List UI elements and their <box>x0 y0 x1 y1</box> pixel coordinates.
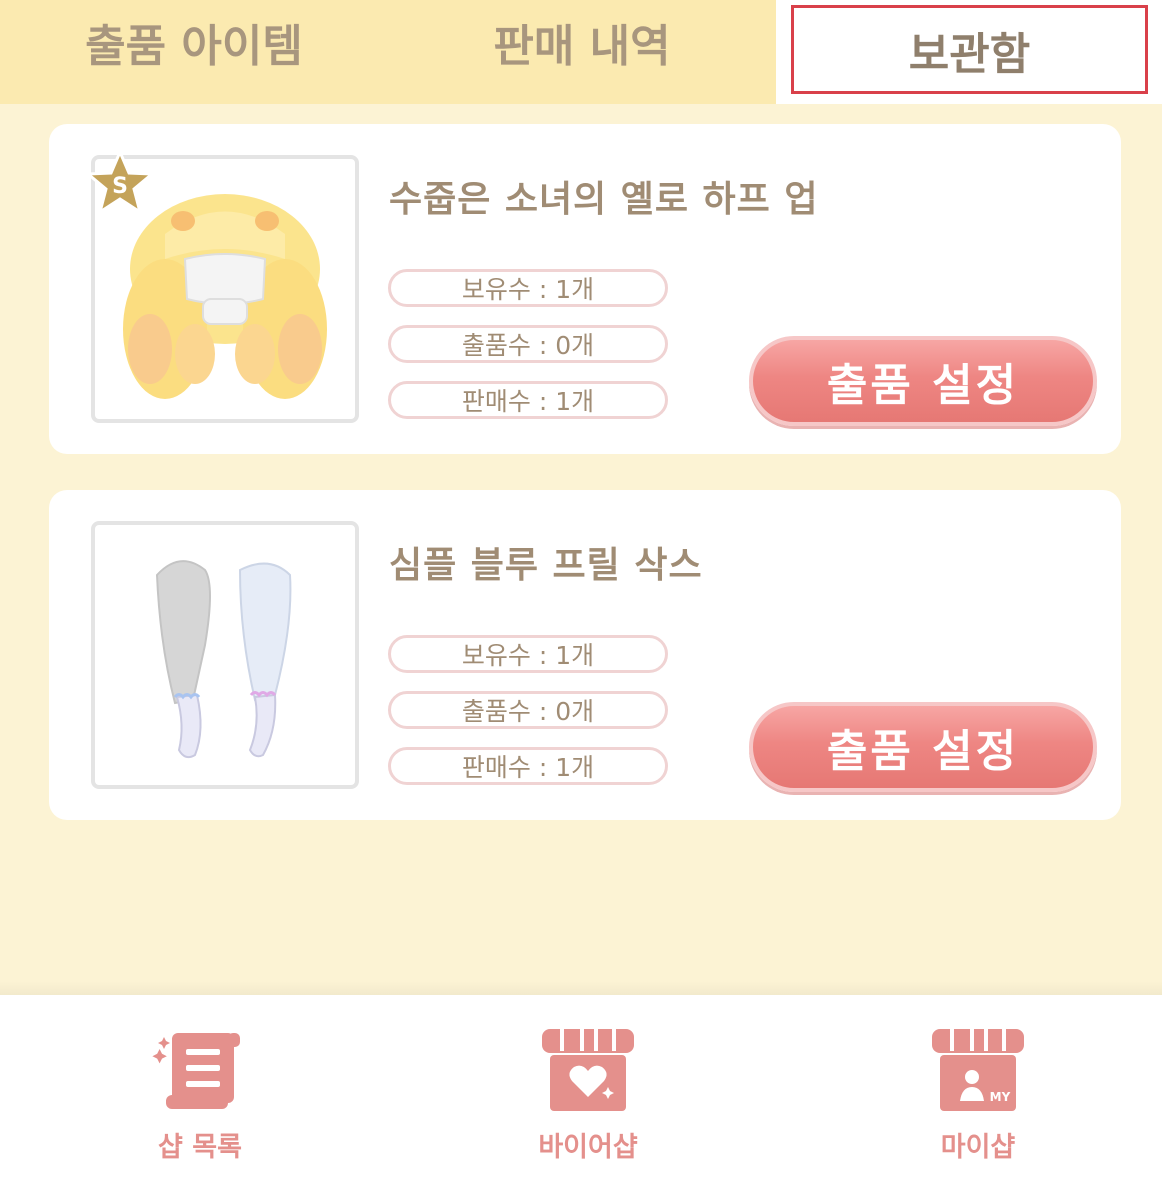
nav-buyer-shop[interactable]: 바이어샵 <box>478 1025 698 1175</box>
sold-count: 판매수 : 1개 <box>388 381 668 419</box>
nav-buyer-shop-label: 바이어샵 <box>538 1132 638 1163</box>
listing-settings-button[interactable]: 출품 설정 <box>749 702 1097 792</box>
svg-text:S: S <box>112 174 128 199</box>
nav-my-shop-label: 마이샵 <box>940 1132 1016 1163</box>
s-grade-badge-icon: S <box>85 148 155 216</box>
sold-count: 판매수 : 1개 <box>388 747 668 785</box>
listed-count: 출품수 : 0개 <box>388 691 668 729</box>
nav-shop-list-label: 샵 목록 <box>158 1132 242 1163</box>
owned-count: 보유수 : 1개 <box>388 269 668 307</box>
tab-bar: 출품 아이템 판매 내역 보관함 <box>0 0 1162 104</box>
listing-settings-button[interactable]: 출품 설정 <box>749 336 1097 426</box>
item-name: 심플 블루 프릴 삭스 <box>389 545 703 586</box>
item-thumbnail[interactable] <box>91 521 359 789</box>
tab-storage[interactable]: 보관함 <box>791 5 1148 94</box>
bottom-nav: 샵 목록 바이어샵 MY 마이샵 <box>0 981 1162 1187</box>
scroll-list-icon <box>152 1033 240 1109</box>
owned-count: 보유수 : 1개 <box>388 635 668 673</box>
nav-shop-list[interactable]: 샵 목록 <box>90 1025 310 1175</box>
my-shop-icon: MY <box>932 1029 1024 1111</box>
nav-my-shop[interactable]: MY 마이샵 <box>868 1025 1088 1175</box>
tab-listed-items[interactable]: 출품 아이템 <box>0 0 388 104</box>
item-name: 수줍은 소녀의 옐로 하프 업 <box>389 179 819 220</box>
listed-count: 출품수 : 0개 <box>388 325 668 363</box>
item-card: S 수줍은 소녀의 옐로 하프 업 보유수 : 1개 출품수 : 0개 판매수 … <box>49 124 1121 454</box>
item-card: 심플 블루 프릴 삭스 보유수 : 1개 출품수 : 0개 판매수 : 1개 출… <box>49 490 1121 820</box>
tab-sales-history[interactable]: 판매 내역 <box>388 0 776 104</box>
svg-text:MY: MY <box>990 1090 1011 1104</box>
heart-shop-icon <box>542 1029 634 1111</box>
blue-frill-socks-icon <box>155 560 292 759</box>
